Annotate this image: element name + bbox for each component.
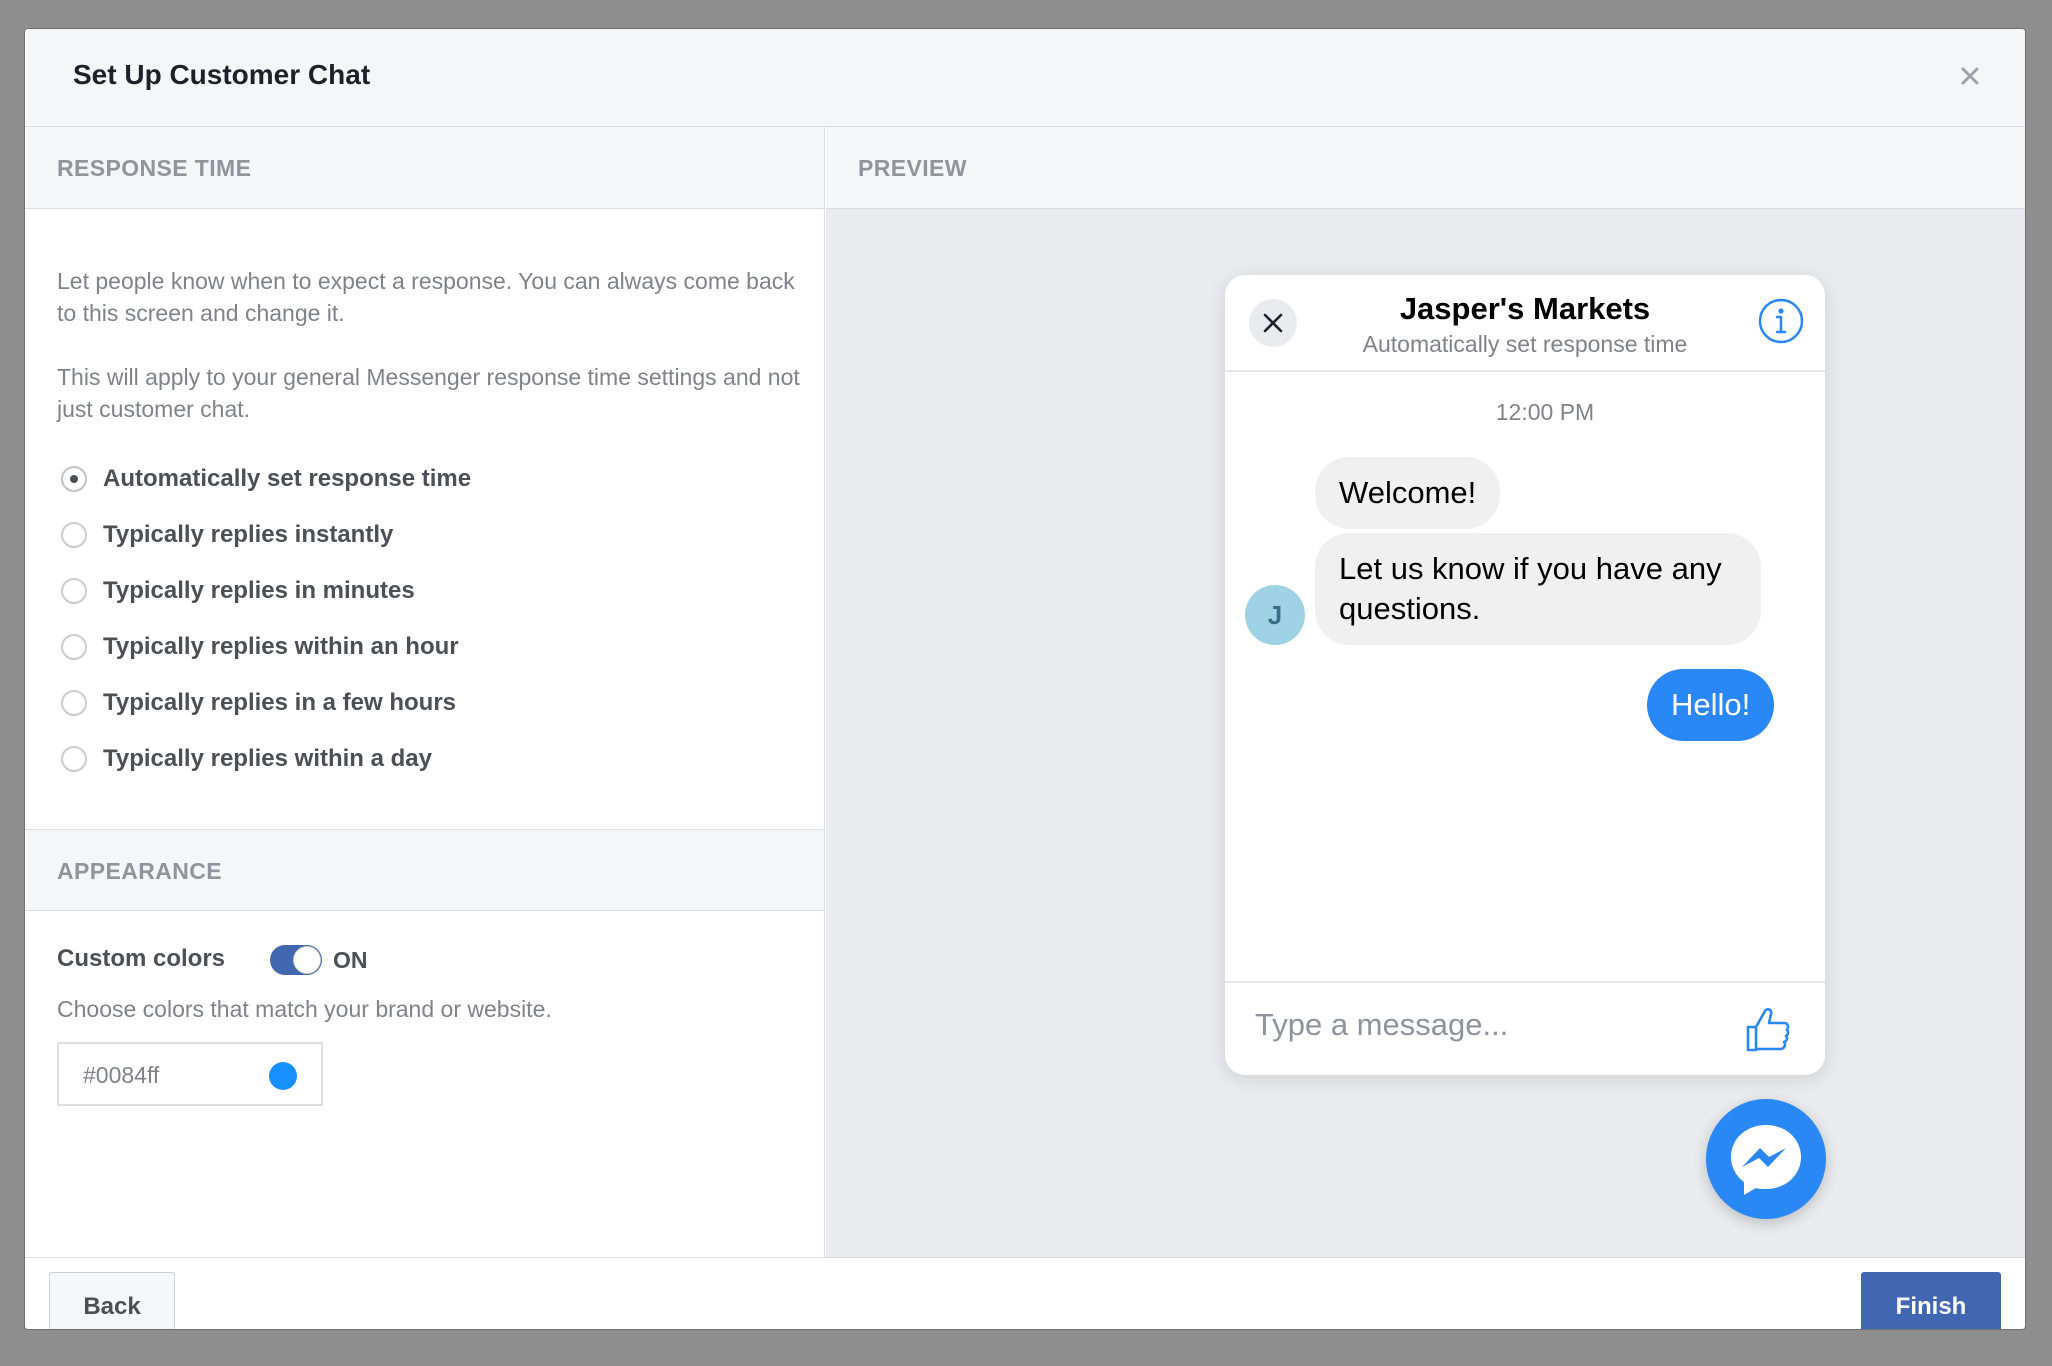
- custom-colors-toggle[interactable]: [270, 945, 322, 975]
- appearance-header: APPEARANCE: [25, 829, 824, 911]
- message-bubble-page: Let us know if you have any questions.: [1315, 533, 1761, 645]
- toggle-state-text: ON: [333, 947, 368, 973]
- chat-timestamp: 12:00 PM: [1495, 399, 1595, 425]
- dialog-title: Set Up Customer Chat: [73, 59, 371, 90]
- messenger-launcher-button[interactable]: [1706, 1099, 1826, 1219]
- dialog-header: Set Up Customer Chat: [25, 29, 2025, 127]
- avatar: J: [1245, 585, 1305, 645]
- info-icon[interactable]: [1757, 297, 1805, 345]
- custom-colors-help: Choose colors that match your brand or w…: [57, 996, 552, 1022]
- preview-heading: PREVIEW: [858, 155, 967, 181]
- radio-option-instantly[interactable]: Typically replies instantly: [61, 519, 393, 551]
- color-swatch[interactable]: [269, 1062, 297, 1090]
- radio-label: Typically replies instantly: [103, 521, 394, 548]
- message-composer: Type a message...: [1225, 981, 1825, 1075]
- radio-label: Typically replies in a few hours: [103, 689, 457, 716]
- radio-option-minutes[interactable]: Typically replies in minutes: [61, 575, 415, 607]
- color-hex-input[interactable]: #0084ff: [57, 1042, 323, 1106]
- back-button[interactable]: Back: [49, 1272, 175, 1329]
- chat-window-preview: Jasper's Markets Automatically set respo…: [1225, 275, 1825, 1075]
- radio-button[interactable]: [61, 634, 87, 660]
- message-input[interactable]: Type a message...: [1255, 1007, 1508, 1043]
- message-bubble-user: Hello!: [1647, 669, 1775, 741]
- appearance-heading: APPEARANCE: [57, 858, 223, 884]
- radio-option-day[interactable]: Typically replies within a day: [61, 743, 432, 775]
- settings-panel: RESPONSE TIME Let people know when to ex…: [25, 127, 825, 1257]
- chat-header: Jasper's Markets Automatically set respo…: [1225, 275, 1825, 372]
- radio-option-few-hours[interactable]: Typically replies in a few hours: [61, 687, 456, 719]
- toggle-knob: [293, 946, 321, 974]
- chat-page-name: Jasper's Markets: [1399, 291, 1651, 326]
- thumbs-up-icon[interactable]: [1745, 1005, 1791, 1053]
- setup-dialog: Set Up Customer Chat RESPONSE TIME Let p…: [24, 28, 2026, 1330]
- radio-button[interactable]: [61, 690, 87, 716]
- radio-option-hour[interactable]: Typically replies within an hour: [61, 631, 459, 663]
- radio-button[interactable]: [61, 746, 87, 772]
- radio-label: Typically replies in minutes: [103, 577, 415, 604]
- dialog-footer: Back Finish: [25, 1257, 2025, 1329]
- radio-label: Automatically set response time: [103, 465, 472, 492]
- response-time-header: RESPONSE TIME: [25, 127, 824, 209]
- close-icon[interactable]: [1957, 63, 1983, 89]
- radio-label: Typically replies within an hour: [103, 633, 459, 660]
- custom-colors-label: Custom colors: [57, 945, 226, 972]
- response-time-heading: RESPONSE TIME: [57, 155, 252, 181]
- radio-button[interactable]: [61, 578, 87, 604]
- radio-label: Typically replies within a day: [103, 745, 433, 772]
- preview-panel: PREVIEW Jasper's Markets Automatically s…: [826, 127, 2025, 1257]
- response-time-description: Let people know when to expect a respons…: [57, 268, 795, 326]
- color-hex-value: #0084ff: [83, 1062, 160, 1088]
- radio-button[interactable]: [61, 522, 87, 548]
- radio-option-automatic[interactable]: Automatically set response time: [61, 463, 471, 495]
- preview-header: PREVIEW: [826, 127, 2025, 209]
- radio-button[interactable]: [61, 466, 87, 492]
- message-bubble-page: Welcome!: [1315, 457, 1501, 529]
- response-time-scope-note: This will apply to your general Messenge…: [57, 364, 800, 422]
- chat-response-subtitle: Automatically set response time: [1362, 331, 1688, 357]
- messenger-icon: [1731, 1125, 1801, 1195]
- finish-button[interactable]: Finish: [1861, 1272, 2001, 1329]
